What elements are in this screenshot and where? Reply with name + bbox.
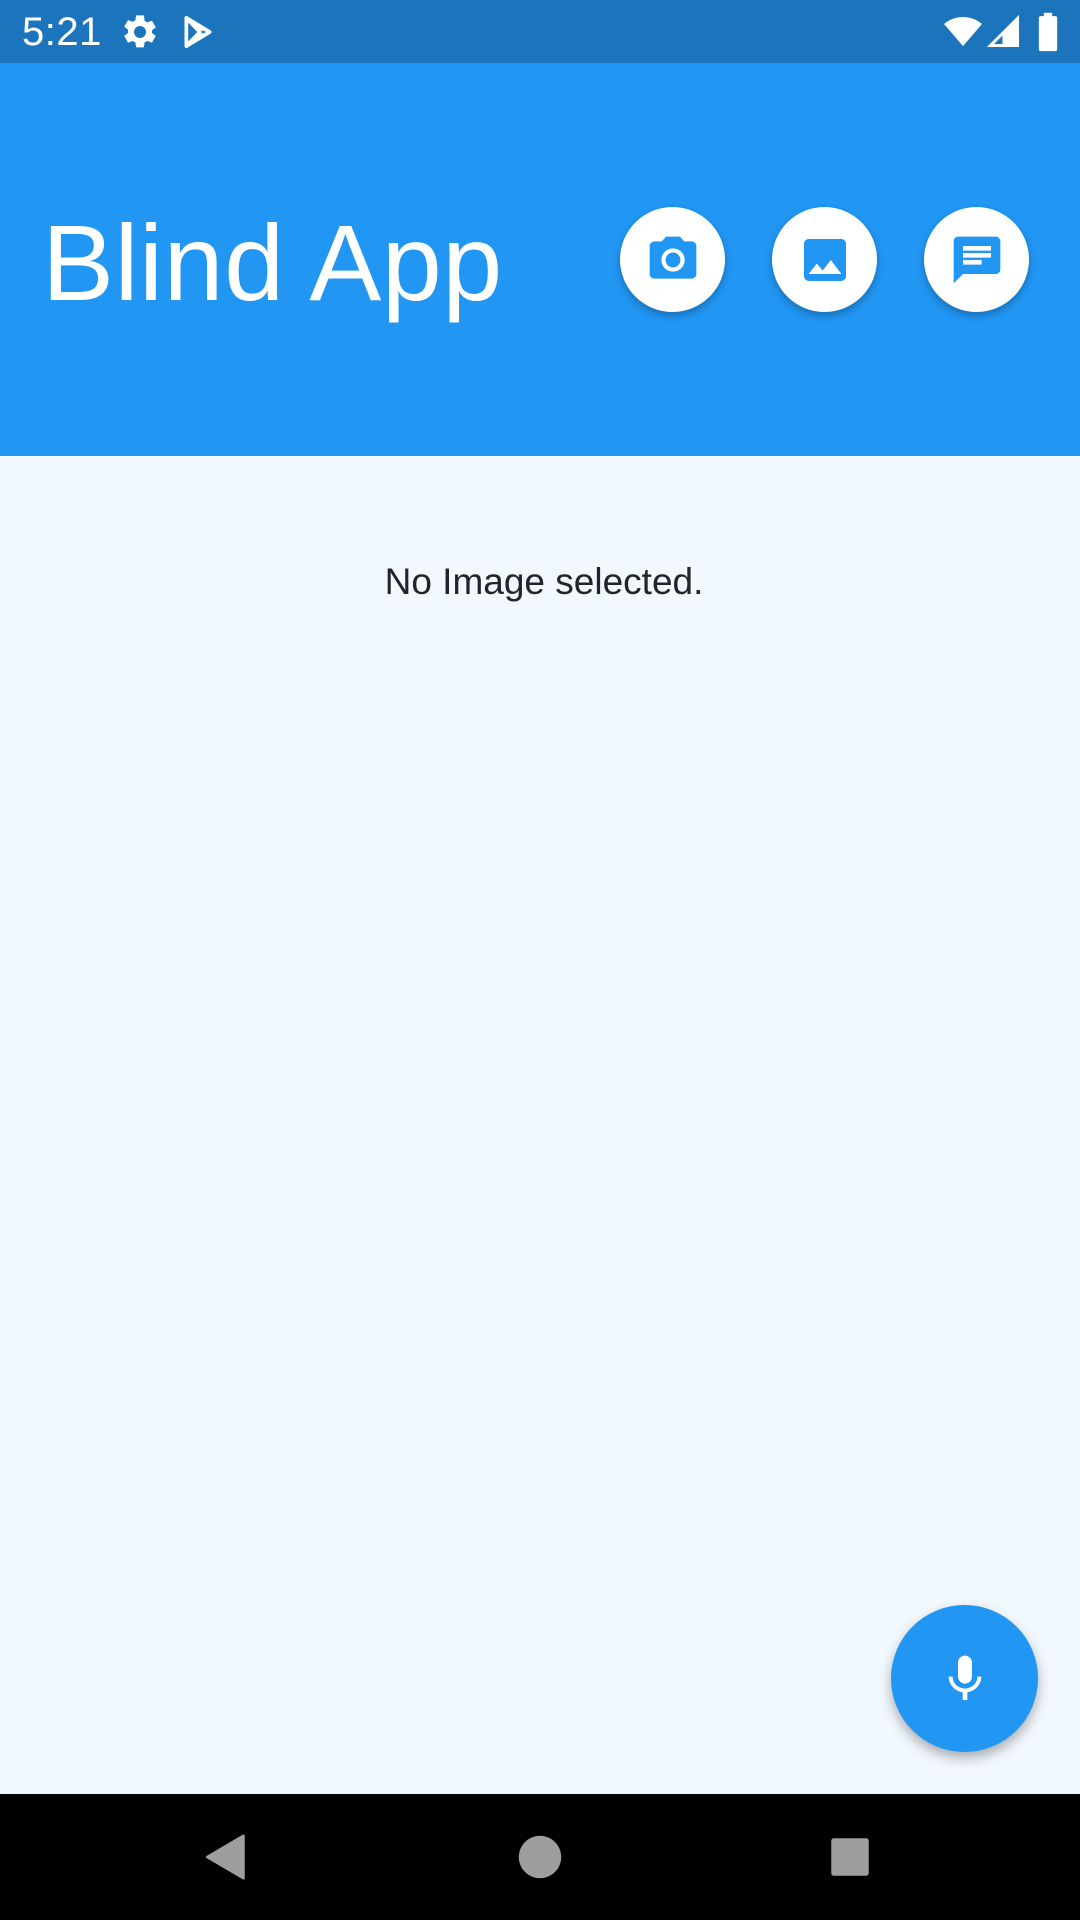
gallery-button[interactable]: [772, 207, 877, 312]
back-icon: [196, 1827, 256, 1887]
cell-signal-icon: [986, 12, 1022, 52]
play-store-icon: [178, 12, 218, 52]
settings-icon: [120, 12, 160, 52]
app-screen: 5:21 Blind App No Image selected.: [0, 0, 1080, 1920]
message-button[interactable]: [924, 207, 1029, 312]
wifi-icon: [942, 12, 984, 52]
message-icon: [949, 232, 1005, 288]
empty-state-message: No Image selected.: [384, 561, 704, 602]
back-button[interactable]: [196, 1827, 256, 1887]
home-button[interactable]: [510, 1827, 570, 1887]
content-area: No Image selected.: [0, 456, 1080, 1794]
image-icon: [797, 232, 853, 288]
voice-input-button[interactable]: [891, 1605, 1038, 1752]
recents-button[interactable]: [820, 1827, 880, 1887]
recents-icon: [820, 1827, 880, 1887]
app-title: Blind App: [42, 202, 503, 323]
status-bar: 5:21: [0, 0, 1080, 63]
battery-icon: [1036, 12, 1060, 52]
camera-button[interactable]: [620, 207, 725, 312]
camera-icon: [645, 232, 701, 288]
system-nav-bar: [0, 1794, 1080, 1920]
app-header: Blind App: [0, 63, 1080, 456]
status-time: 5:21: [22, 10, 102, 54]
home-icon: [510, 1827, 570, 1887]
microphone-icon: [937, 1651, 993, 1707]
